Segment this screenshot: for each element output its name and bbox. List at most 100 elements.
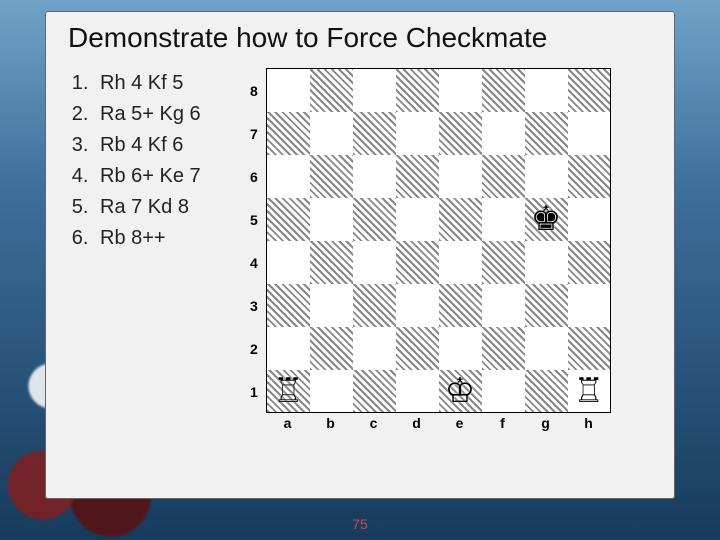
file-label-d: d xyxy=(395,415,438,431)
square-d5 xyxy=(396,198,439,241)
square-b4 xyxy=(310,241,353,284)
square-g4 xyxy=(525,241,568,284)
square-g1 xyxy=(525,370,568,413)
square-e7 xyxy=(439,112,482,155)
square-e4 xyxy=(439,241,482,284)
file-label-a: a xyxy=(266,415,309,431)
square-c3 xyxy=(353,284,396,327)
square-d6 xyxy=(396,155,439,198)
square-e5 xyxy=(439,198,482,241)
square-e1: ♔ xyxy=(439,370,482,413)
square-h7 xyxy=(568,112,611,155)
square-a8 xyxy=(267,69,310,112)
file-label-e: e xyxy=(438,415,481,431)
square-d7 xyxy=(396,112,439,155)
square-a7 xyxy=(267,112,310,155)
square-f4 xyxy=(482,241,525,284)
square-c5 xyxy=(353,198,396,241)
move-3: Rb 4 Kf 6 xyxy=(94,130,238,161)
square-b5 xyxy=(310,198,353,241)
move-4: Rb 6+ Ke 7 xyxy=(94,161,238,192)
square-h2 xyxy=(568,327,611,370)
rank-label-3: 3 xyxy=(250,284,258,327)
square-a5 xyxy=(267,198,310,241)
square-e3 xyxy=(439,284,482,327)
white-king-icon: ♔ xyxy=(445,374,475,408)
chessboard-wrap: 87654321 ♚♖♔♖ abcdefgh xyxy=(266,68,611,431)
square-f3 xyxy=(482,284,525,327)
square-c4 xyxy=(353,241,396,284)
square-b1 xyxy=(310,370,353,413)
move-1: Rh 4 Kf 5 xyxy=(94,68,238,99)
square-g2 xyxy=(525,327,568,370)
square-h1: ♖ xyxy=(568,370,611,413)
square-g6 xyxy=(525,155,568,198)
square-b7 xyxy=(310,112,353,155)
square-d8 xyxy=(396,69,439,112)
move-2: Ra 5+ Kg 6 xyxy=(94,99,238,130)
square-g7 xyxy=(525,112,568,155)
file-label-g: g xyxy=(524,415,567,431)
square-g5: ♚ xyxy=(525,198,568,241)
square-a2 xyxy=(267,327,310,370)
page-number: 75 xyxy=(0,516,720,532)
square-d1 xyxy=(396,370,439,413)
square-g3 xyxy=(525,284,568,327)
square-a4 xyxy=(267,241,310,284)
square-a1: ♖ xyxy=(267,370,310,413)
slide: Demonstrate how to Force Checkmate Rh 4 … xyxy=(0,0,720,540)
square-c8 xyxy=(353,69,396,112)
white-rook-a-icon: ♖ xyxy=(273,374,303,408)
move-5: Ra 7 Kd 8 xyxy=(94,192,238,223)
rank-label-2: 2 xyxy=(250,327,258,370)
file-label-f: f xyxy=(481,415,524,431)
rank-label-8: 8 xyxy=(250,69,258,112)
square-f5 xyxy=(482,198,525,241)
square-a3 xyxy=(267,284,310,327)
square-f7 xyxy=(482,112,525,155)
square-b6 xyxy=(310,155,353,198)
rank-label-7: 7 xyxy=(250,112,258,155)
move-list: Rh 4 Kf 5Ra 5+ Kg 6Rb 4 Kf 6Rb 6+ Ke 7Ra… xyxy=(68,68,238,431)
square-f2 xyxy=(482,327,525,370)
square-h6 xyxy=(568,155,611,198)
square-a6 xyxy=(267,155,310,198)
content-panel: Demonstrate how to Force Checkmate Rh 4 … xyxy=(46,12,674,498)
rank-label-1: 1 xyxy=(250,370,258,413)
slide-title: Demonstrate how to Force Checkmate xyxy=(68,22,652,54)
square-c2 xyxy=(353,327,396,370)
file-labels: abcdefgh xyxy=(266,415,611,431)
white-rook-h-icon: ♖ xyxy=(574,374,604,408)
square-c6 xyxy=(353,155,396,198)
square-h5 xyxy=(568,198,611,241)
square-c1 xyxy=(353,370,396,413)
file-label-b: b xyxy=(309,415,352,431)
square-g8 xyxy=(525,69,568,112)
file-label-h: h xyxy=(567,415,610,431)
square-e8 xyxy=(439,69,482,112)
square-h3 xyxy=(568,284,611,327)
square-f8 xyxy=(482,69,525,112)
square-h8 xyxy=(568,69,611,112)
file-label-c: c xyxy=(352,415,395,431)
square-b8 xyxy=(310,69,353,112)
move-6: Rb 8++ xyxy=(94,223,238,254)
square-d3 xyxy=(396,284,439,327)
square-e2 xyxy=(439,327,482,370)
square-c7 xyxy=(353,112,396,155)
square-f6 xyxy=(482,155,525,198)
square-b3 xyxy=(310,284,353,327)
square-f1 xyxy=(482,370,525,413)
rank-label-5: 5 xyxy=(250,198,258,241)
black-king-icon: ♚ xyxy=(531,202,561,236)
rank-label-4: 4 xyxy=(250,241,258,284)
square-h4 xyxy=(568,241,611,284)
square-b2 xyxy=(310,327,353,370)
body-row: Rh 4 Kf 5Ra 5+ Kg 6Rb 4 Kf 6Rb 6+ Ke 7Ra… xyxy=(68,68,652,431)
rank-labels: 87654321 xyxy=(250,69,258,413)
chessboard: ♚ ♖ ♔ ♖ xyxy=(266,68,611,413)
rank-label-6: 6 xyxy=(250,155,258,198)
square-d2 xyxy=(396,327,439,370)
square-e6 xyxy=(439,155,482,198)
square-d4 xyxy=(396,241,439,284)
